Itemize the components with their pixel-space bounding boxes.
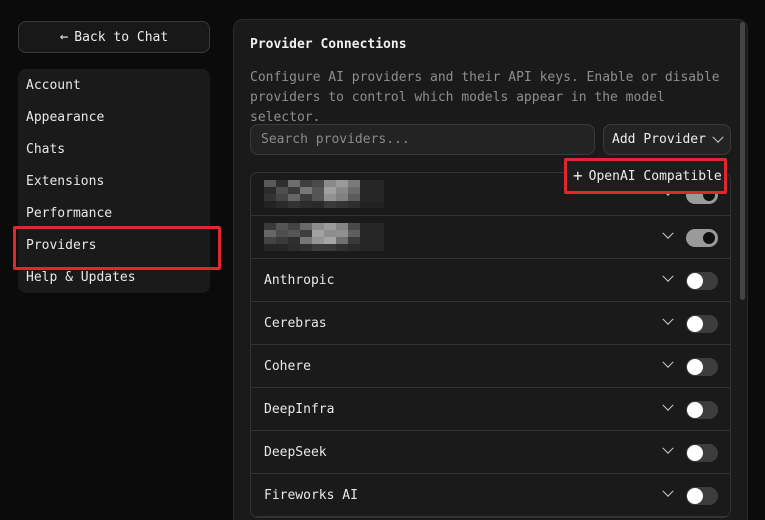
provider-row-cohere[interactable]: Cohere [251,345,730,388]
add-provider-label: Add Provider [612,132,706,147]
openai-compatible-option[interactable]: + OpenAI Compatible [564,158,727,194]
sidebar-item-label: Account [26,77,81,93]
chevron-down-icon[interactable] [662,356,674,368]
chevron-down-icon[interactable] [662,399,674,411]
page-description: Configure AI providers and their API key… [250,70,720,125]
sidebar-item-account[interactable]: Account [18,69,210,101]
toggle-knob [701,230,717,246]
chevron-down-icon [712,131,724,143]
provider-row-anthropic[interactable]: Anthropic [251,259,730,302]
search-providers-input[interactable] [261,132,594,147]
sidebar-item-label: Help & Updates [26,269,136,285]
provider-row[interactable] [251,216,730,259]
provider-toggle[interactable] [686,229,718,247]
chevron-down-icon[interactable] [662,227,674,239]
toggle-knob [687,359,703,375]
toggle-knob [687,316,703,332]
sidebar-item-label: Extensions [26,173,105,189]
sidebar-item-label: Appearance [26,109,105,125]
toggle-knob [687,273,703,289]
provider-row-deepinfra[interactable]: DeepInfra [251,388,730,431]
sidebar-item-help-updates[interactable]: Help & Updates [18,261,210,293]
arrow-left-icon: ← [59,29,69,45]
back-to-chat-label: Back to Chat [74,29,169,45]
toggle-knob [687,488,703,504]
chevron-down-icon[interactable] [662,442,674,454]
sidebar-item-label: Providers [26,237,97,253]
panel-scrollbar[interactable] [740,22,745,300]
provider-connections-panel: Provider Connections Configure AI provid… [233,19,748,520]
provider-name: DeepInfra [264,401,335,417]
chevron-down-icon[interactable] [662,485,674,497]
settings-sidebar: Account Appearance Chats Extensions Perf… [13,69,221,293]
chevron-down-icon[interactable] [662,270,674,282]
provider-toggle[interactable] [686,358,718,376]
back-to-chat-button[interactable]: ← Back to Chat [18,21,210,53]
provider-name: Cerebras [264,315,327,331]
redacted-provider-name [264,180,384,208]
chevron-down-icon[interactable] [662,313,674,325]
sidebar-item-providers[interactable]: Providers [13,226,221,270]
provider-row-cerebras[interactable]: Cerebras [251,302,730,345]
provider-toggle[interactable] [686,401,718,419]
sidebar-item-performance[interactable]: Performance [18,197,210,229]
sidebar-item-chats[interactable]: Chats [18,133,210,165]
provider-toggle[interactable] [686,444,718,462]
provider-row-deepseek[interactable]: DeepSeek [251,431,730,474]
provider-list: Anthropic Cerebras Cohere DeepInfra Deep… [250,172,731,518]
redacted-provider-name [264,223,384,251]
sidebar-item-label: Performance [26,205,113,221]
search-providers-field[interactable] [250,124,595,155]
page-title: Provider Connections [250,37,407,52]
toggle-knob [687,402,703,418]
provider-name: Fireworks AI [264,487,358,503]
sidebar-item-appearance[interactable]: Appearance [18,101,210,133]
provider-name: Anthropic [264,272,335,288]
dropdown-option-label: OpenAI Compatible [588,168,722,184]
sidebar-item-extensions[interactable]: Extensions [18,165,210,197]
add-provider-button[interactable]: Add Provider [603,124,731,155]
sidebar-item-label: Chats [26,141,66,157]
provider-row-fireworks-ai[interactable]: Fireworks AI [251,474,730,517]
provider-name: Cohere [264,358,311,374]
provider-name: DeepSeek [264,444,327,460]
provider-toggle[interactable] [686,272,718,290]
plus-icon: + [573,166,583,185]
provider-toggle[interactable] [686,315,718,333]
toggle-knob [687,445,703,461]
provider-toggle[interactable] [686,487,718,505]
